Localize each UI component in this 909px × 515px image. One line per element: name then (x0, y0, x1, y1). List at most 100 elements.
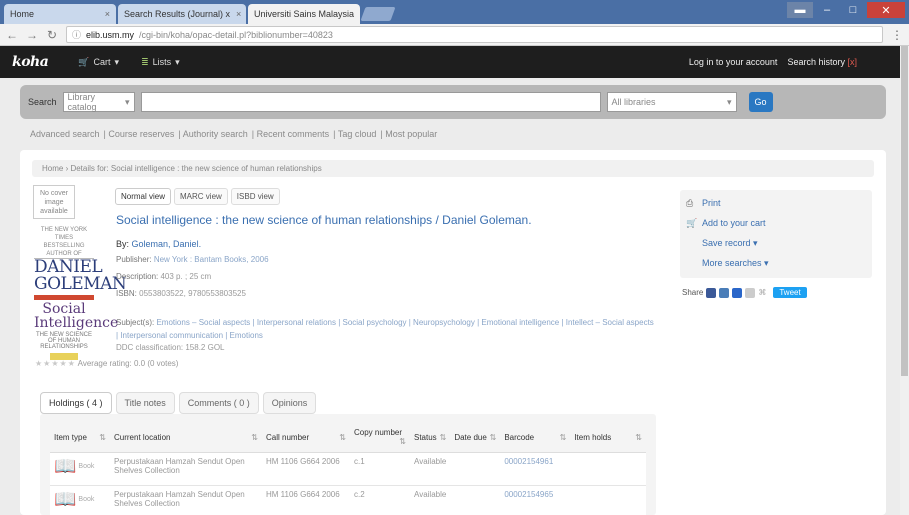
sort-icon: ⇅ (251, 432, 258, 442)
advanced-search-link[interactable]: Advanced search (30, 129, 100, 139)
item-type-cell: 📖 Book (50, 485, 110, 515)
tab-title-notes[interactable]: Title notes (115, 392, 175, 414)
browser-tab-search[interactable]: Search Results (Journal) x × (118, 4, 246, 24)
login-link[interactable]: Log in to your account (689, 57, 778, 67)
reload-icon[interactable]: ↻ (46, 28, 58, 42)
back-icon[interactable]: ← (6, 28, 18, 42)
tab-comments[interactable]: Comments ( 0 ) (178, 392, 259, 414)
most-popular-link[interactable]: Most popular (385, 129, 437, 139)
linkedin-icon[interactable] (719, 287, 730, 298)
browser-tab-home[interactable]: Home × (4, 4, 116, 24)
info-icon[interactable]: ⓘ (72, 28, 81, 41)
col-item-holds[interactable]: Item holds ⇅ (570, 422, 646, 453)
recent-comments-link[interactable]: Recent comments (257, 129, 330, 139)
sort-icon: ⇅ (399, 437, 406, 446)
user-links: Log in to your account Search history [x… (689, 57, 857, 67)
search-scope-select[interactable]: Library catalog ▾ (62, 92, 135, 112)
window-controls: ▬ – □ ✕ (787, 2, 905, 18)
description-value: 403 p. ; 25 cm (160, 272, 212, 281)
column-label: Barcode (504, 432, 535, 442)
close-icon[interactable]: × (354, 9, 360, 19)
library-select[interactable]: All libraries ▾ (606, 92, 737, 112)
scrollbar-thumb[interactable] (901, 46, 908, 376)
user-icon[interactable]: ▬ (787, 2, 813, 18)
tab-opinions[interactable]: Opinions (262, 392, 317, 414)
tab-label: Search Results (Journal) x (124, 9, 231, 19)
rating-text: Average rating: 0.0 (0 votes) (77, 359, 179, 368)
tag-cloud-link[interactable]: Tag cloud (338, 129, 377, 139)
browser-tab-active[interactable]: Universiti Sains Malaysia× (248, 4, 360, 24)
column-label: Copy number (354, 428, 403, 437)
search-bar: Search Library catalog ▾ All libraries ▾… (20, 85, 886, 119)
koha-logo[interactable]: koha (12, 54, 49, 70)
author-link[interactable]: Goleman, Daniel. (132, 239, 202, 249)
publisher-value[interactable]: New York : Bantam Books, 2006 (154, 255, 269, 264)
publisher-label: Publisher: (116, 255, 152, 264)
date-due-cell (450, 452, 501, 486)
share-bar: Share ⌘ Tweet (682, 287, 807, 298)
location-cell: Perpustakaan Hamzah Sendut Open Shelves … (110, 485, 262, 515)
col-item-type[interactable]: Item type ⇅ (50, 422, 110, 453)
close-icon[interactable]: × (230, 9, 241, 19)
save-record-label: Save record (702, 238, 751, 248)
col-call-number[interactable]: Call number ⇅ (262, 422, 350, 453)
col-barcode[interactable]: Barcode ⇅ (500, 422, 571, 453)
tab-marc-view[interactable]: MARC view (174, 188, 228, 205)
add-to-cart-link[interactable]: Add to your cart (702, 218, 766, 228)
delicious-icon[interactable] (732, 287, 743, 298)
cart-menu[interactable]: 🛒 Cart ▾ (78, 57, 119, 68)
col-current-location[interactable]: Current location ⇅ (110, 422, 262, 453)
subjects-links[interactable]: Emotions – Social aspects | Interpersona… (116, 318, 654, 340)
publisher-line: Publisher: New York : Bantam Books, 2006 (116, 255, 269, 264)
copy-number-cell: c.2 (350, 485, 410, 515)
tweet-button[interactable]: Tweet (773, 287, 807, 298)
clear-history-link[interactable]: [x] (847, 57, 857, 67)
tab-isbd-view[interactable]: ISBD view (230, 188, 280, 205)
library-value: All libraries (611, 97, 656, 107)
table-row: 📖 Book Perpustakaan Hamzah Sendut Open Sh… (50, 452, 646, 486)
new-tab-button[interactable] (360, 7, 396, 21)
facebook-icon[interactable] (706, 287, 717, 298)
more-searches-menu[interactable]: More searches ▾ (702, 258, 769, 269)
browser-menu-icon[interactable]: ⋮ (891, 28, 903, 42)
col-copy-number[interactable]: Copy number ⇅ (350, 422, 410, 453)
save-record-menu[interactable]: Save record ▾ (702, 238, 758, 249)
print-link[interactable]: Print (702, 198, 721, 208)
tab-normal-view[interactable]: Normal view (115, 188, 172, 205)
copy-number-cell: c.1 (350, 452, 410, 486)
col-date-due[interactable]: Date due ⇅ (450, 422, 501, 453)
col-status[interactable]: Status ⇅ (410, 422, 451, 453)
cart-icon: 🛒 (686, 218, 698, 228)
close-window-button[interactable]: ✕ (867, 2, 905, 18)
close-icon[interactable]: × (99, 9, 110, 19)
sort-icon: ⇅ (489, 432, 497, 442)
email-icon[interactable] (745, 287, 756, 298)
search-input[interactable] (140, 92, 601, 112)
call-number-cell: HM 1106 G664 2006 (262, 452, 350, 486)
search-history-link[interactable]: Search history [x] (787, 57, 857, 67)
caret-icon: ▾ (114, 56, 120, 67)
tab-label: Home (10, 9, 35, 19)
rss-icon[interactable]: ⌘ (758, 288, 766, 297)
breadcrumb-text[interactable]: Home › Details for: Social intelligence … (42, 164, 322, 173)
forward-icon[interactable]: → (26, 28, 38, 42)
url-input[interactable]: ⓘ elib.usm.my /cgi-bin/koha/opac-detail.… (66, 26, 883, 43)
subjects-label: Subject(s): (116, 318, 155, 327)
share-label: Share (682, 288, 704, 297)
book-cover[interactable]: THE NEW YORK TIMES BESTSELLING AUTHOR OF… (34, 226, 127, 360)
course-reserves-link[interactable]: Course reserves (108, 129, 174, 139)
page-scrollbar[interactable] (900, 46, 909, 515)
lists-menu[interactable]: ≣ Lists ▾ (141, 57, 180, 68)
authority-search-link[interactable]: Authority search (183, 129, 248, 139)
column-label: Current location (114, 432, 171, 442)
breadcrumb: Home › Details for: Social intelligence … (32, 160, 874, 177)
maximize-button[interactable]: □ (841, 2, 865, 18)
go-button[interactable]: Go (748, 92, 773, 112)
list-icon: ≣ (141, 56, 149, 67)
no-cover-image: No cover image available (33, 185, 75, 219)
tab-holdings[interactable]: Holdings ( 4 ) (40, 392, 112, 414)
rating-stars[interactable]: ★★★★★ (35, 359, 76, 368)
minimize-button[interactable]: – (815, 2, 839, 18)
cover-band (34, 295, 94, 300)
column-label: Item type (54, 432, 87, 442)
